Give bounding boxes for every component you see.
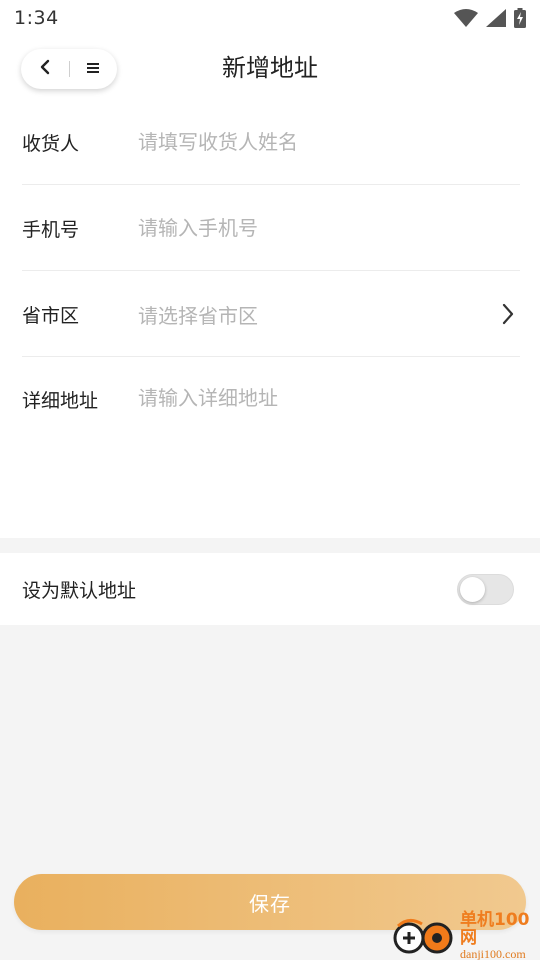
wifi-icon: [454, 9, 478, 27]
watermark: 单机100网 danji100.com: [392, 909, 540, 960]
consignee-input[interactable]: [138, 130, 520, 154]
region-select[interactable]: 请选择省市区: [138, 300, 496, 329]
detail-label: 详细地址: [22, 390, 99, 412]
screen: 1:34 新增地址 收货人 请填写收货人姓名 手机号 请输入手机号 省市区 请选…: [0, 0, 540, 960]
header: 新增地址: [0, 36, 540, 100]
hamburger-menu-icon: [86, 60, 100, 79]
nav-capsule: [21, 49, 117, 89]
detail-address-input[interactable]: [138, 386, 520, 410]
save-label: 保存: [249, 891, 291, 916]
address-form: 收货人 手机号 省市区 请选择省市区 详细地址: [0, 100, 540, 538]
toggle-knob: [460, 576, 485, 602]
watermark-text: 单机100网 danji100.com: [460, 909, 540, 960]
chevron-left-icon: [38, 59, 52, 79]
status-bar: 1:34: [0, 0, 540, 36]
watermark-url: danji100.com: [460, 947, 526, 960]
watermark-logo-icon: [392, 912, 454, 960]
phone-input[interactable]: [138, 216, 520, 240]
consignee-label: 收货人: [22, 132, 80, 155]
menu-button[interactable]: [69, 49, 117, 89]
detail-row: 详细地址: [22, 358, 520, 478]
phone-label: 手机号: [22, 218, 80, 241]
region-label: 省市区: [22, 304, 80, 327]
back-button[interactable]: [21, 49, 69, 89]
cellular-signal-icon: [486, 9, 506, 27]
battery-charging-icon: [514, 8, 526, 28]
watermark-brand: 单机100网: [460, 909, 530, 949]
status-time: 1:34: [14, 7, 59, 29]
default-address-row: 设为默认地址: [0, 553, 540, 625]
default-address-label: 设为默认地址: [22, 579, 137, 602]
phone-row: 手机号: [22, 186, 520, 271]
default-address-toggle[interactable]: [457, 573, 514, 605]
region-row[interactable]: 省市区 请选择省市区: [22, 272, 520, 357]
chevron-right-icon: [496, 302, 520, 326]
consignee-row: 收货人: [22, 100, 520, 185]
status-icons: [454, 8, 526, 28]
